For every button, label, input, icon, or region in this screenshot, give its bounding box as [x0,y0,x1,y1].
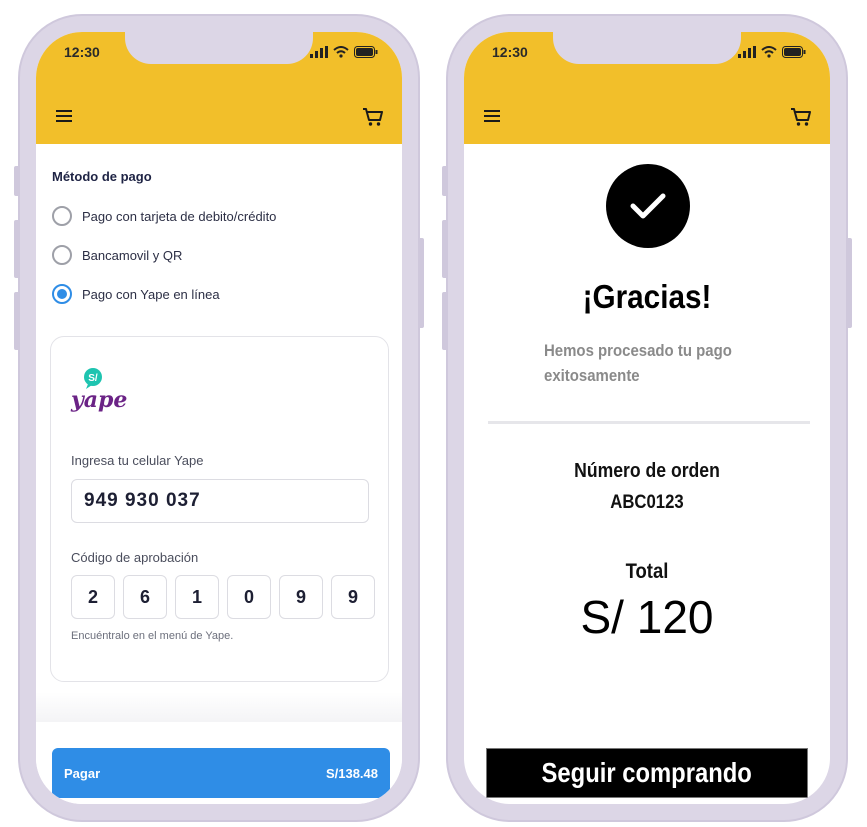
status-time: 12:30 [64,44,100,60]
total-value: S/ 120 [580,591,714,643]
payment-option-card[interactable]: Pago con tarjeta de debito/crédito [52,206,276,226]
wifi-icon [333,46,349,58]
code-hint: Encuéntralo en el menú de Yape. [71,630,234,642]
continue-shopping-label: Seguir comprando [541,757,753,788]
section-title: Método de pago [52,169,152,184]
signal-icon [738,46,756,58]
app-header: 12:30 [464,32,830,144]
checkmark-icon [630,193,666,219]
status-icons [738,46,806,58]
radio-button[interactable] [52,245,72,265]
code-digit-input[interactable]: 9 [279,575,323,619]
continue-shopping-button[interactable]: Seguir comprando [486,748,808,798]
scroll-fade [36,692,402,722]
pay-button[interactable]: Pagar S/138.48 [52,748,390,798]
side-button [846,238,852,328]
pay-button-amount: S/138.48 [325,765,378,781]
wifi-icon [761,46,777,58]
divider [488,421,810,424]
pay-button-label: Pagar [64,765,101,781]
payment-option-yape[interactable]: Pago con Yape en línea [52,284,220,304]
payment-option-label: Pago con tarjeta de debito/crédito [82,208,277,224]
phone-frame-right: 12:30 ¡Gracias! Hemos procesado tu pago … [442,14,852,822]
payment-option-bank[interactable]: Bancamovil y QR [52,245,182,265]
svg-text:S/: S/ [88,373,98,384]
status-icons [310,46,378,58]
side-button [14,292,20,350]
radio-button-selected[interactable] [52,284,72,304]
cart-icon[interactable] [362,107,384,127]
side-button [442,220,448,278]
phone-number-input[interactable]: 949 930 037 [71,479,369,523]
side-button [442,292,448,350]
battery-icon [354,46,378,58]
payment-screen: 12:30 Método de pago Pago con tarjeta de… [36,32,402,804]
radio-button[interactable] [52,206,72,226]
svg-text:yape: yape [70,387,127,413]
code-digit-input[interactable]: 1 [175,575,219,619]
code-digit-input[interactable]: 0 [227,575,271,619]
success-check-icon [606,164,690,248]
code-field-label: Código de aprobación [71,550,199,565]
side-button [14,166,20,196]
phone-notch [553,32,741,64]
yape-logo: S/ yape [70,368,127,413]
menu-icon[interactable] [56,109,72,123]
status-time: 12:30 [492,44,528,60]
side-button [14,220,20,278]
total-label: Total [625,560,669,583]
menu-icon[interactable] [484,109,500,123]
app-header: 12:30 [36,32,402,144]
signal-icon [310,46,328,58]
payment-option-label: Bancamovil y QR [82,247,183,263]
battery-icon [782,46,806,58]
order-number-label: Número de orden [574,460,720,482]
code-digit-input[interactable]: 6 [123,575,167,619]
approval-code-inputs: 2 6 1 0 9 9 [71,575,375,619]
code-digit-input[interactable]: 9 [331,575,375,619]
side-button [442,166,448,196]
phone-field-label: Ingresa tu celular Yape [71,453,204,468]
code-digit-input[interactable]: 2 [71,575,115,619]
yape-payment-card: S/ yape Ingresa tu celular Yape 949 930 … [50,336,389,682]
order-number-value: ABC0123 [610,492,684,513]
success-message: Hemos procesado tu pago exitosamente [544,341,732,385]
side-button [418,238,424,328]
phone-frame-left: 12:30 Método de pago Pago con tarjeta de… [14,14,424,822]
payment-option-label: Pago con Yape en línea [82,286,220,302]
cart-icon[interactable] [790,107,812,127]
phone-notch [125,32,313,64]
confirmation-screen: 12:30 ¡Gracias! Hemos procesado tu pago … [464,32,830,804]
thank-you-title: ¡Gracias! [582,278,712,315]
